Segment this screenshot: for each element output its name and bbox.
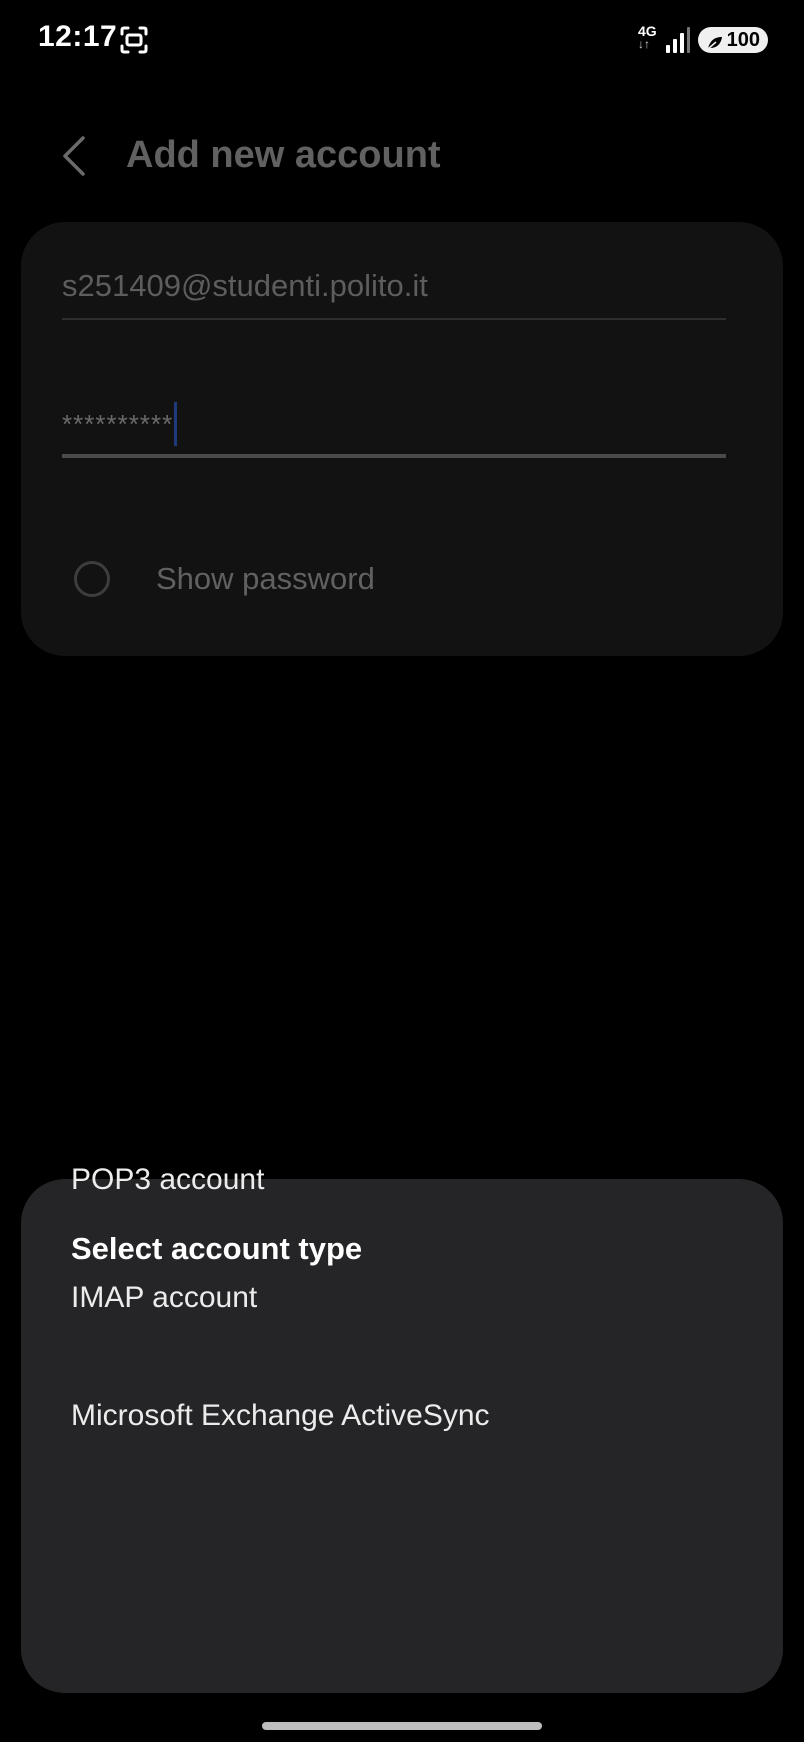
status-time: 12:17 <box>38 20 118 53</box>
screenshot-icon <box>120 26 148 54</box>
checkbox-circle-icon <box>74 561 110 597</box>
account-form-card: s251409@studenti.polito.it ********** Sh… <box>21 222 783 656</box>
chevron-left-icon <box>63 136 85 176</box>
option-label: IMAP account <box>71 1281 258 1314</box>
show-password-checkbox[interactable]: Show password <box>74 554 375 604</box>
status-bar: 12:17 4G ↓↑ 100 <box>0 0 804 80</box>
option-label: POP3 account <box>71 1163 265 1196</box>
network-type-label: 4G <box>638 23 657 39</box>
email-value: s251409@studenti.polito.it <box>62 268 428 303</box>
email-field[interactable]: s251409@studenti.polito.it <box>62 254 726 320</box>
option-imap-account[interactable]: IMAP account <box>21 1248 783 1348</box>
option-label: Microsoft Exchange ActiveSync <box>71 1399 490 1432</box>
page-title: Add new account <box>126 134 441 176</box>
show-password-label: Show password <box>156 561 375 596</box>
battery-indicator: 100 <box>698 27 768 53</box>
leaf-icon <box>707 33 723 50</box>
password-value: ********** <box>62 409 174 439</box>
network-activity-arrows: ↓↑ <box>638 37 650 51</box>
password-field[interactable]: ********** <box>62 394 726 458</box>
back-button[interactable] <box>54 128 94 184</box>
option-pop3-account[interactable]: POP3 account <box>21 1130 783 1230</box>
text-cursor <box>174 402 178 447</box>
option-exchange-activesync[interactable]: Microsoft Exchange ActiveSync <box>21 1366 783 1466</box>
battery-level: 100 <box>726 28 760 51</box>
signal-icon <box>666 27 690 53</box>
network-type-indicator: 4G ↓↑ <box>638 24 662 56</box>
home-indicator[interactable] <box>262 1722 542 1730</box>
